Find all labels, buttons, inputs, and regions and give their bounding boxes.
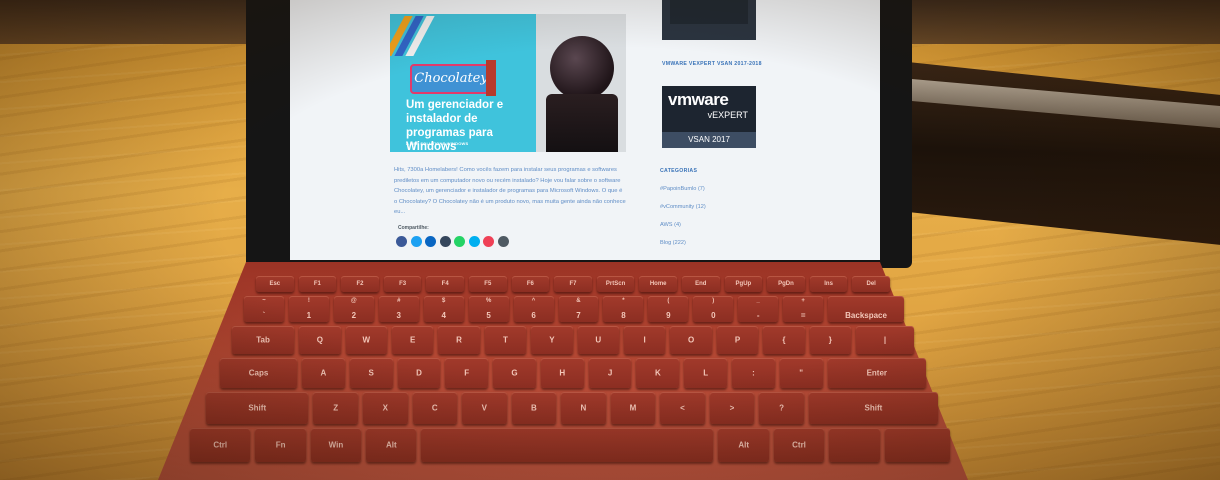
email-icon[interactable] [497, 236, 509, 247]
categories-list: #PapoinBumlo (7) #vCommunity (12) AWS (4) B… [660, 186, 706, 258]
share-buttons [396, 236, 509, 247]
vexpert-badge[interactable]: vmware vEXPERT VSAN 2017 [662, 86, 756, 148]
pocket-icon[interactable] [483, 236, 494, 247]
skype-icon[interactable] [468, 236, 480, 247]
chocolatey-logo: Chocolatey [410, 64, 492, 94]
cupcake-frosting [550, 36, 614, 100]
chocolate-bar-icon [486, 60, 496, 96]
facebook-icon[interactable] [396, 236, 407, 247]
brand-stripes [390, 16, 436, 56]
linkedin-icon[interactable] [425, 236, 436, 247]
vexpert-label: vEXPERT [707, 110, 748, 120]
tumblr-icon[interactable] [439, 236, 451, 247]
category-link[interactable]: #vCommunity (12) [660, 204, 706, 222]
cupcake-cup [546, 94, 618, 152]
category-link[interactable]: AWS (4) [660, 222, 706, 240]
category-link[interactable]: #PapoinBumlo (7) [660, 186, 706, 204]
twitter-icon[interactable] [410, 236, 422, 247]
badge-image [670, 0, 748, 24]
sidebar-badge-top [662, 0, 756, 40]
vexpert-year: VSAN 2017 [662, 132, 756, 148]
category-link[interactable]: Blog (222) [660, 240, 706, 258]
cupcake-photo [536, 14, 626, 152]
share-label: Compartilhe: [398, 225, 429, 231]
tablet-screen: Chocolatey Um gerenciador e instalador d… [290, 0, 880, 260]
sidebar-heading-vsan: VMWARE VEXPERT VSAN 2017-2018 [662, 61, 762, 67]
whatsapp-icon[interactable] [454, 236, 465, 247]
vmware-logo: vmware [668, 90, 729, 109]
article-excerpt: Hits, 7300a Homelabers! Como vocês fazem… [394, 167, 626, 215]
article-featured-image[interactable]: Chocolatey Um gerenciador e instalador d… [390, 14, 626, 152]
categories-heading: CATEGORIAS [660, 168, 698, 174]
featured-image-subtitle: & APP SOLUTIONS WINDOWS [406, 141, 469, 146]
